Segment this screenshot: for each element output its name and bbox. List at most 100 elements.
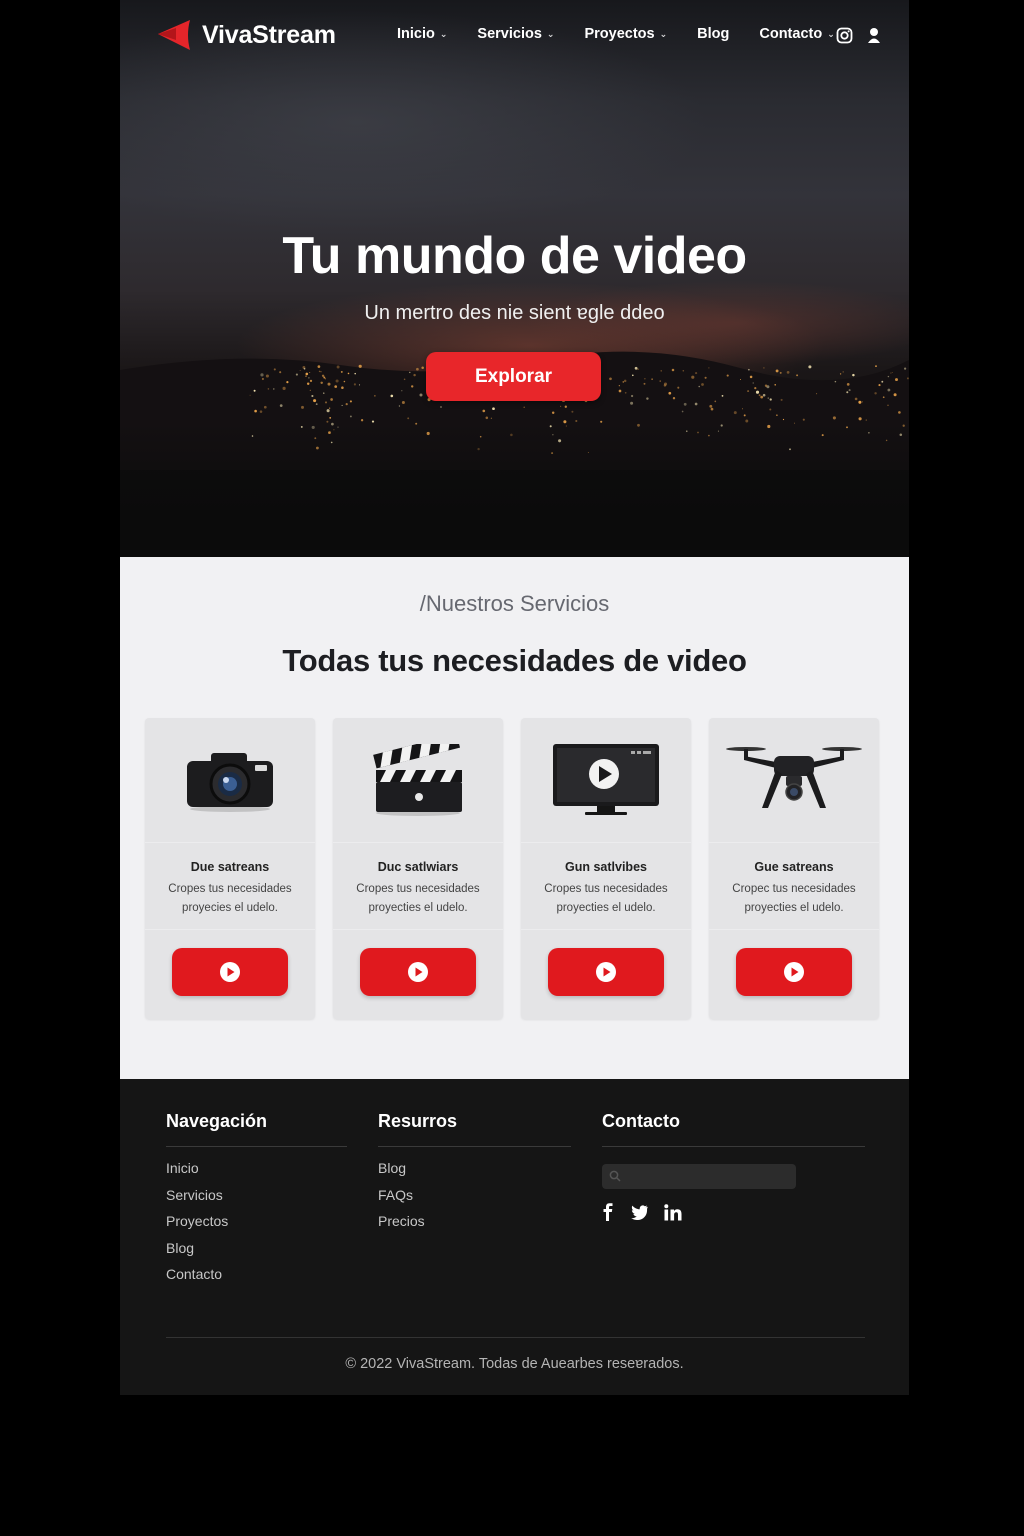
logo[interactable]: VivaStream xyxy=(156,18,336,52)
play-circle-icon xyxy=(784,962,804,982)
card-image xyxy=(145,718,315,843)
card-desc-line: Cropes tus necesidades xyxy=(168,883,292,895)
footer-divider xyxy=(166,1146,347,1147)
section-title: Todas tus necesidades de video xyxy=(282,643,747,678)
card-desc-line: proyecies el udelo. xyxy=(182,902,278,914)
footer-divider xyxy=(378,1146,571,1147)
user-icon[interactable] xyxy=(867,27,881,49)
card-desc-line: Cropes tus necesidades xyxy=(356,883,480,895)
nav-item-label: Blog xyxy=(697,26,730,42)
footer-link-contacto[interactable]: Contacto xyxy=(166,1265,347,1292)
footer-social xyxy=(602,1203,865,1226)
play-circle-icon xyxy=(596,962,616,982)
play-circle-icon xyxy=(220,962,240,982)
hero-shade xyxy=(120,420,909,557)
header-social xyxy=(836,27,895,49)
card-play-button[interactable] xyxy=(360,948,476,996)
copyright-text: © 2022 VivaStream. Todas de Auearbes res… xyxy=(345,1356,684,1372)
instagram-icon[interactable] xyxy=(836,27,853,49)
footer-resource-links: Blog FAQs Precios xyxy=(378,1159,571,1239)
card-divider xyxy=(709,929,879,930)
nav-item-proyectos[interactable]: Proyectos ⌄ xyxy=(584,26,667,42)
chevron-down-icon: ⌄ xyxy=(827,28,835,39)
card-description: Cropes tus necesidades proyecies el udel… xyxy=(155,880,305,918)
footer-contact-column: Contacto xyxy=(602,1111,865,1226)
linkedin-icon[interactable] xyxy=(664,1203,682,1226)
footer-nav-links: Inicio Servicios Proyectos Blog Contacto xyxy=(166,1159,347,1292)
card-divider xyxy=(145,929,315,930)
card-play-button[interactable] xyxy=(172,948,288,996)
card-divider xyxy=(333,929,503,930)
top-nav: VivaStream Inicio ⌄ Servicios ⌄ Proyecto… xyxy=(120,0,909,72)
hero-subtitle: Un mertro des nie sient ɐgle ddeo xyxy=(364,302,665,324)
brand-name: VivaStream xyxy=(202,20,336,49)
footer-link-precios[interactable]: Precios xyxy=(378,1212,571,1239)
footer-heading: Contacto xyxy=(602,1111,680,1131)
play-circle-icon xyxy=(408,962,428,982)
service-card: Gun satlvibes Cropes tus necesidades pro… xyxy=(521,718,691,1019)
footer-divider xyxy=(602,1146,865,1147)
clapperboard-icon xyxy=(373,744,462,816)
hero-title: Tu mundo de video xyxy=(282,227,747,285)
nav-item-label: Contacto xyxy=(759,26,823,42)
nav-item-blog[interactable]: Blog xyxy=(697,26,729,42)
section-eyebrow: /Nuestros Servicios xyxy=(419,591,610,616)
card-desc-line: Cropes tus necesidades xyxy=(544,883,668,895)
page: VivaStream Inicio ⌄ Servicios ⌄ Proyecto… xyxy=(120,0,909,1395)
nav-item-inicio[interactable]: Inicio ⌄ xyxy=(397,26,447,42)
footer-search-input[interactable] xyxy=(602,1164,796,1189)
card-title: Gun satlvibes xyxy=(565,860,647,874)
service-card: Duc satlwiars Cropes tus necesidades pro… xyxy=(333,718,503,1019)
search-icon xyxy=(609,1170,621,1182)
card-title: Due satreans xyxy=(190,860,270,874)
footer-bottom-divider xyxy=(166,1337,865,1338)
footer-nav-column: Navegación Inicio Servicios Proyectos Bl… xyxy=(166,1111,347,1292)
nav-item-label: Inicio xyxy=(397,26,435,42)
card-divider xyxy=(521,929,691,930)
card-description: Cropec tus necesidades proyecties el ude… xyxy=(719,880,869,918)
monitor-play-icon xyxy=(553,744,659,815)
nav-item-label: Servicios xyxy=(477,26,542,42)
facebook-icon[interactable] xyxy=(602,1203,614,1226)
service-card: Gue satreans Cropec tus necesidades proy… xyxy=(709,718,879,1019)
footer-link-blog[interactable]: Blog xyxy=(166,1239,347,1266)
card-play-button[interactable] xyxy=(548,948,664,996)
card-description: Cropes tus necesidades proyecties el ude… xyxy=(343,880,493,918)
service-card: Due satreans Cropes tus necesidades proy… xyxy=(145,718,315,1019)
footer-link-faqs[interactable]: FAQs xyxy=(378,1186,571,1213)
footer-link-proyectos[interactable]: Proyectos xyxy=(166,1212,347,1239)
nav-item-servicios[interactable]: Servicios ⌄ xyxy=(477,26,554,42)
chevron-down-icon: ⌄ xyxy=(546,28,555,39)
card-title: Gue satreans xyxy=(754,860,834,874)
card-image xyxy=(709,718,879,843)
footer-heading: Navegación xyxy=(166,1111,268,1131)
footer-link-servicios[interactable]: Servicios xyxy=(166,1186,347,1213)
camera-icon xyxy=(187,753,273,812)
card-play-button[interactable] xyxy=(736,948,852,996)
card-title: Duc satlwiars xyxy=(377,860,459,874)
card-desc-line: proyecties el udelo. xyxy=(368,902,468,914)
chevron-down-icon: ⌄ xyxy=(439,28,448,39)
nav-item-label: Proyectos xyxy=(584,26,655,42)
service-cards: Due satreans Cropes tus necesidades proy… xyxy=(145,718,897,1019)
card-description: Cropes tus necesidades proyecties el ude… xyxy=(531,880,681,918)
twitter-icon[interactable] xyxy=(630,1204,648,1225)
card-desc-line: Cropec tus necesidades xyxy=(732,883,856,895)
play-arrow-logo-icon xyxy=(158,20,190,50)
card-desc-line: proyecties el udelo. xyxy=(556,902,656,914)
footer-heading: Resurros xyxy=(378,1111,458,1131)
explore-button[interactable]: Explorar xyxy=(426,352,601,401)
main-menu: Inicio ⌄ Servicios ⌄ Proyectos ⌄ Blog Co… xyxy=(397,26,865,42)
footer-link-inicio[interactable]: Inicio xyxy=(166,1159,347,1186)
card-desc-line: proyecties el udelo. xyxy=(744,902,844,914)
drone-icon xyxy=(726,747,862,808)
footer-resources-column: Resurros Blog FAQs Precios xyxy=(378,1111,571,1239)
nav-item-contacto[interactable]: Contacto ⌄ xyxy=(759,26,834,42)
footer-link-blog[interactable]: Blog xyxy=(378,1159,571,1186)
hero-section: VivaStream Inicio ⌄ Servicios ⌄ Proyecto… xyxy=(120,0,909,557)
services-section: /Nuestros Servicios Todas tus necesidade… xyxy=(120,557,909,1079)
chevron-down-icon: ⌄ xyxy=(659,28,668,39)
site-footer: Navegación Inicio Servicios Proyectos Bl… xyxy=(120,1079,909,1395)
card-image xyxy=(521,718,691,843)
card-image xyxy=(333,718,503,843)
